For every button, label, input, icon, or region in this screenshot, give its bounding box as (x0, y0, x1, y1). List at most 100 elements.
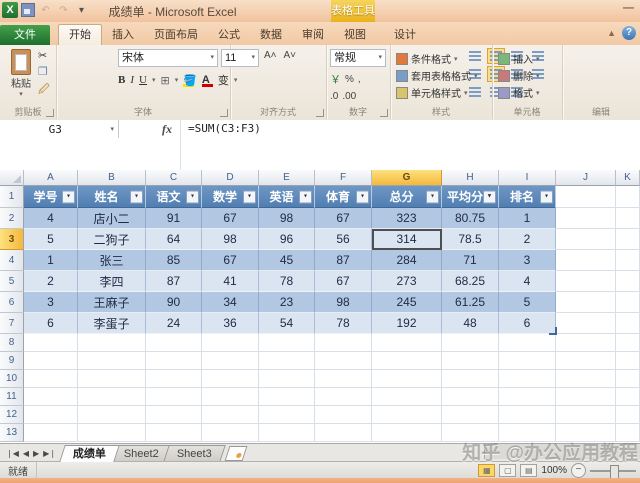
cell-H4[interactable]: 71 (442, 250, 499, 271)
cell-K9[interactable] (616, 352, 640, 370)
cell-H2[interactable]: 80.75 (442, 208, 499, 229)
cell-J10[interactable] (556, 370, 616, 388)
help-icon[interactable]: ? (622, 26, 636, 40)
cell-A8[interactable] (24, 334, 78, 352)
cell-D10[interactable] (202, 370, 259, 388)
row-header-6[interactable]: 6 (0, 292, 24, 313)
cell-I7[interactable]: 6 (499, 313, 556, 334)
tab-file[interactable]: 文件 (0, 25, 50, 45)
cell-G5[interactable]: 273 (372, 271, 442, 292)
column-header-C[interactable]: C (146, 170, 202, 186)
column-header-B[interactable]: B (78, 170, 146, 186)
cell-H10[interactable] (442, 370, 499, 388)
tab-design[interactable]: 设计 (384, 25, 426, 45)
underline-button[interactable]: U (139, 74, 147, 86)
cell-K6[interactable] (616, 292, 640, 313)
insert-function-icon[interactable]: fx (162, 122, 172, 137)
column-header-G[interactable]: G (372, 170, 442, 186)
filter-dropdown-icon[interactable]: ▾ (62, 190, 75, 203)
cell-A2[interactable]: 4 (24, 208, 78, 229)
cell-D3[interactable]: 98 (202, 229, 259, 250)
cell-J4[interactable] (556, 250, 616, 271)
sheet-tab-成绩单[interactable]: 成绩单 (59, 445, 120, 462)
cell-A1[interactable]: 学号▾ (24, 186, 78, 208)
filter-dropdown-icon[interactable]: ▾ (356, 190, 369, 203)
increase-decimal-icon[interactable]: .0 (330, 91, 338, 102)
column-header-F[interactable]: F (315, 170, 372, 186)
cell-D5[interactable]: 41 (202, 271, 259, 292)
cell-K10[interactable] (616, 370, 640, 388)
cell-B11[interactable] (78, 388, 146, 406)
table-resize-handle[interactable] (549, 327, 557, 335)
cell-F6[interactable]: 98 (315, 292, 372, 313)
cell-K5[interactable] (616, 271, 640, 292)
page-layout-view-icon[interactable]: ▢ (499, 464, 516, 477)
cell-A12[interactable] (24, 406, 78, 424)
cell-K3[interactable] (616, 229, 640, 250)
cell-A10[interactable] (24, 370, 78, 388)
cell-I5[interactable]: 4 (499, 271, 556, 292)
cell-C4[interactable]: 85 (146, 250, 202, 271)
cell-E10[interactable] (259, 370, 315, 388)
cell-I10[interactable] (499, 370, 556, 388)
filter-dropdown-icon[interactable]: ▾ (243, 190, 256, 203)
cell-E7[interactable]: 54 (259, 313, 315, 334)
cells-item-2[interactable]: 格式▾ (498, 84, 540, 101)
cell-F7[interactable]: 78 (315, 313, 372, 334)
cell-H12[interactable] (442, 406, 499, 424)
row-header-1[interactable]: 1 (0, 186, 24, 208)
cell-B7[interactable]: 李蛋子 (78, 313, 146, 334)
cell-J6[interactable] (556, 292, 616, 313)
styles-item-2[interactable]: 单元格样式▾ (396, 84, 478, 101)
cell-C9[interactable] (146, 352, 202, 370)
font-name-combo[interactable]: 宋体▾ (118, 49, 218, 67)
cell-E5[interactable]: 78 (259, 271, 315, 292)
cell-F5[interactable]: 67 (315, 271, 372, 292)
name-box-dropdown-icon[interactable]: ▾ (110, 125, 118, 133)
cell-H3[interactable]: 78.5 (442, 229, 499, 250)
cell-I2[interactable]: 1 (499, 208, 556, 229)
row-header-8[interactable]: 8 (0, 334, 24, 352)
select-all-corner[interactable] (0, 170, 24, 186)
cell-D11[interactable] (202, 388, 259, 406)
phonetic-guide-button[interactable]: 变 (218, 72, 229, 88)
cell-C2[interactable]: 91 (146, 208, 202, 229)
column-header-A[interactable]: A (24, 170, 78, 186)
cell-H1[interactable]: 平均分▼ (442, 186, 499, 208)
cell-F1[interactable]: 体育▾ (315, 186, 372, 208)
bold-button[interactable]: B (118, 74, 125, 86)
underline-dropdown-icon[interactable]: ▾ (152, 76, 156, 84)
styles-item-0[interactable]: 条件格式▾ (396, 50, 478, 67)
sheet-tab-Sheet3[interactable]: Sheet3 (163, 445, 225, 462)
cell-K4[interactable] (616, 250, 640, 271)
cell-E8[interactable] (259, 334, 315, 352)
formula-input[interactable]: =SUM(C3:F3) (188, 122, 261, 135)
cell-D12[interactable] (202, 406, 259, 424)
zoom-slider[interactable] (590, 470, 636, 472)
filter-dropdown-icon[interactable]: ▾ (299, 190, 312, 203)
filter-dropdown-icon[interactable]: ▼ (483, 190, 496, 203)
tab-数据[interactable]: 数据 (250, 25, 292, 45)
filter-dropdown-icon[interactable]: ▾ (130, 190, 143, 203)
cell-E1[interactable]: 英语▾ (259, 186, 315, 208)
cell-A13[interactable] (24, 424, 78, 442)
cell-C7[interactable]: 24 (146, 313, 202, 334)
cell-G4[interactable]: 284 (372, 250, 442, 271)
copy-icon[interactable]: ❐ (38, 65, 50, 78)
paste-dropdown-icon[interactable]: ▾ (6, 90, 36, 98)
normal-view-icon[interactable]: ▦ (478, 464, 495, 477)
cell-B6[interactable]: 王麻子 (78, 292, 146, 313)
cell-K11[interactable] (616, 388, 640, 406)
cell-C1[interactable]: 语文▾ (146, 186, 202, 208)
cell-C3[interactable]: 64 (146, 229, 202, 250)
cell-H6[interactable]: 61.25 (442, 292, 499, 313)
cell-E9[interactable] (259, 352, 315, 370)
cell-J5[interactable] (556, 271, 616, 292)
minimize-button[interactable]: — (623, 2, 634, 14)
tab-插入[interactable]: 插入 (102, 25, 144, 45)
borders-icon[interactable]: ⊞ (160, 74, 169, 87)
font-dialog-launcher-icon[interactable] (220, 109, 228, 117)
font-color-icon[interactable]: A (202, 74, 213, 87)
styles-item-1[interactable]: 套用表格格式▾ (396, 67, 478, 84)
cell-C10[interactable] (146, 370, 202, 388)
